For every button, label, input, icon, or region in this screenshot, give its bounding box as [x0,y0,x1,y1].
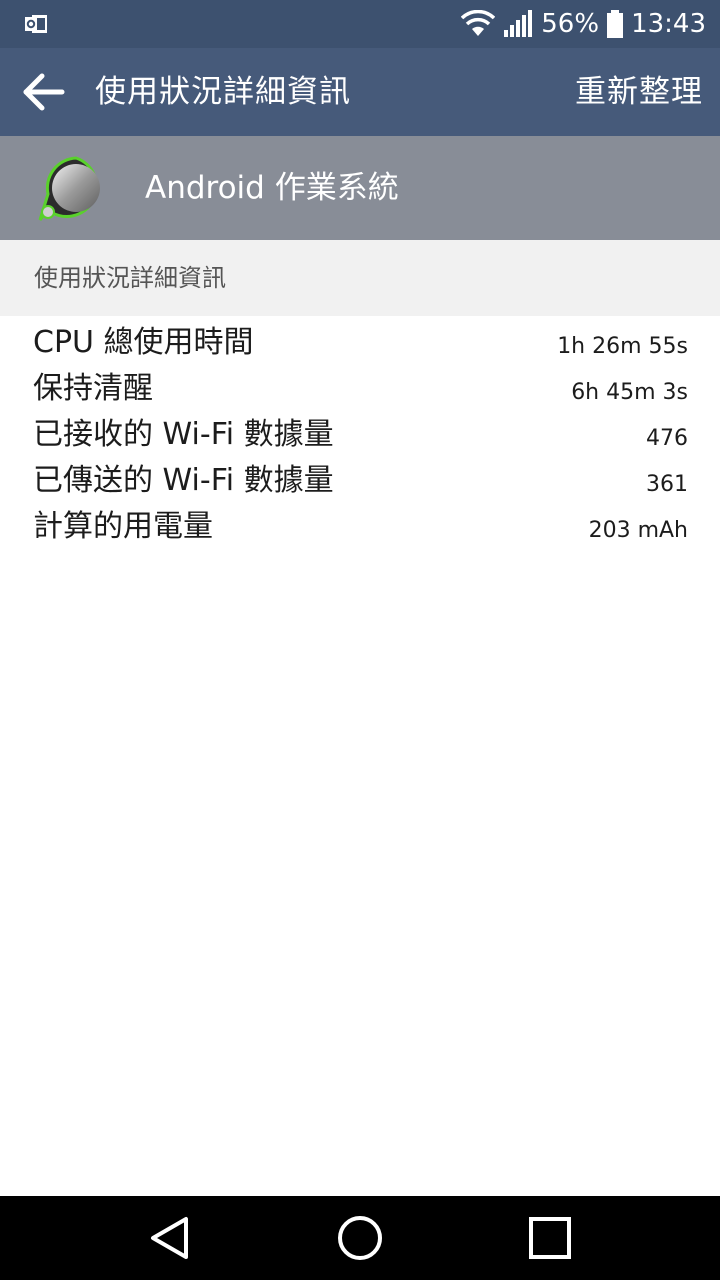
home-circle-icon[interactable] [300,1196,420,1280]
detail-row-cpu-time: CPU 總使用時間 1h 26m 55s [0,320,720,366]
page-title: 使用狀況詳細資訊 [95,74,351,110]
detail-label: 計算的用電量 [33,509,213,544]
signal-icon [503,10,533,38]
detail-row-power-used: 計算的用電量 203 mAh [0,504,720,550]
detail-label: 已傳送的 Wi-Fi 數據量 [33,463,334,498]
section-header: 使用狀況詳細資訊 [0,240,720,316]
status-right: 56% 13:43 [461,0,706,48]
detail-label: 保持清醒 [33,371,153,406]
back-triangle-icon[interactable] [110,1196,230,1280]
android-os-icon [36,154,108,226]
detail-row-keep-awake: 保持清醒 6h 45m 3s [0,366,720,412]
status-bar: 56% 13:43 [0,0,720,48]
detail-value: 476 [646,426,688,451]
refresh-button[interactable]: 重新整理 [575,48,703,136]
recents-square-icon[interactable] [490,1196,610,1280]
navigation-bar [0,1196,720,1280]
detail-row-wifi-received: 已接收的 Wi-Fi 數據量 476 [0,412,720,458]
battery-percent: 56% [541,9,600,39]
app-header: Android 作業系統 [0,136,720,240]
wifi-icon [461,10,496,38]
section-title: 使用狀況詳細資訊 [34,264,226,292]
detail-value: 6h 45m 3s [571,380,688,405]
battery-icon [607,10,624,38]
app-bar: 使用狀況詳細資訊 重新整理 [0,48,720,136]
app-name: Android 作業系統 [145,170,399,206]
clock: 13:43 [631,9,706,39]
outlook-icon [24,12,48,36]
detail-value: 1h 26m 55s [557,334,688,359]
detail-value: 203 mAh [588,518,688,543]
usage-details-list: CPU 總使用時間 1h 26m 55s 保持清醒 6h 45m 3s 已接收的… [0,320,720,550]
detail-label: 已接收的 Wi-Fi 數據量 [33,417,334,452]
back-arrow-icon[interactable] [20,72,66,112]
detail-row-wifi-sent: 已傳送的 Wi-Fi 數據量 361 [0,458,720,504]
detail-label: CPU 總使用時間 [33,325,254,360]
detail-value: 361 [646,472,688,497]
